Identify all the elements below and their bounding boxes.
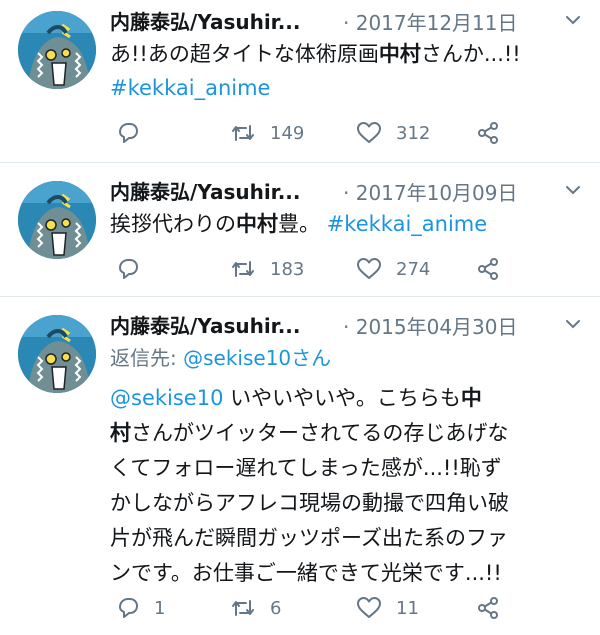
- retweet-icon: [232, 261, 254, 277]
- tweet[interactable]: 内藤泰弘/Yasuhir... · 2017年10月09日 挨拶代わりの中村豊。…: [0, 163, 600, 297]
- reply-button[interactable]: [116, 254, 154, 284]
- chevron-down-icon[interactable]: [562, 9, 584, 31]
- avatar[interactable]: [18, 181, 96, 259]
- tweet-text: @sekise10 いやいやいや。こちらも中 村さんがツイッターされてるの存じあ…: [110, 386, 509, 585]
- mention-link[interactable]: @sekise10: [110, 386, 223, 410]
- like-button[interactable]: 11: [356, 593, 419, 623]
- user-name[interactable]: 内藤泰弘/Yasuhir...: [110, 310, 301, 339]
- reply-to-line: 返信先: @sekise10さん: [110, 346, 332, 370]
- reply-button[interactable]: 1: [116, 593, 165, 623]
- retweet-button[interactable]: 183: [230, 254, 304, 284]
- tweet[interactable]: 内藤泰弘/Yasuhir... · 2017年12月11日 あ!!あの超タイトな…: [0, 0, 600, 163]
- retweet-button[interactable]: 6: [230, 593, 281, 623]
- tweet-text: あ!!あの超タイトな体術原画中村さんか...!! #kekkai_anime: [110, 42, 521, 100]
- heart-icon: [357, 258, 381, 279]
- reply-icon: [119, 259, 138, 279]
- tweet-date[interactable]: · 2017年10月09日: [343, 177, 518, 206]
- user-name[interactable]: 内藤泰弘/Yasuhir...: [110, 176, 301, 205]
- chevron-down-icon[interactable]: [562, 313, 584, 335]
- share-button[interactable]: [476, 254, 500, 284]
- share-icon: [478, 122, 498, 144]
- tweet-date[interactable]: · 2017年12月11日: [343, 7, 518, 36]
- avatar[interactable]: [18, 315, 96, 393]
- share-button[interactable]: [476, 118, 500, 148]
- user-name[interactable]: 内藤泰弘/Yasuhir...: [110, 6, 301, 35]
- hashtag-link[interactable]: #kekkai_anime: [327, 212, 487, 236]
- like-button[interactable]: 274: [356, 254, 430, 284]
- reply-icon: [119, 598, 138, 618]
- heart-icon: [357, 597, 381, 618]
- retweet-icon: [232, 125, 254, 141]
- avatar[interactable]: [18, 11, 96, 89]
- retweet-icon: [232, 600, 254, 616]
- tweet-text: 挨拶代わりの中村豊。 #kekkai_anime: [110, 212, 488, 236]
- tweet-date[interactable]: · 2015年04月30日: [343, 311, 518, 340]
- like-button[interactable]: 312: [356, 118, 430, 148]
- share-button[interactable]: [476, 593, 500, 623]
- retweet-button[interactable]: 149: [230, 118, 304, 148]
- reply-button[interactable]: [116, 118, 154, 148]
- chevron-down-icon[interactable]: [562, 179, 584, 201]
- reply-to-mention[interactable]: @sekise10さん: [183, 346, 331, 370]
- heart-icon: [357, 122, 381, 143]
- share-icon: [478, 597, 498, 619]
- share-icon: [478, 258, 498, 280]
- tweet[interactable]: 内藤泰弘/Yasuhir... · 2015年04月30日 返信先: @seki…: [0, 297, 600, 635]
- reply-icon: [119, 123, 138, 143]
- hashtag-link[interactable]: #kekkai_anime: [110, 76, 270, 100]
